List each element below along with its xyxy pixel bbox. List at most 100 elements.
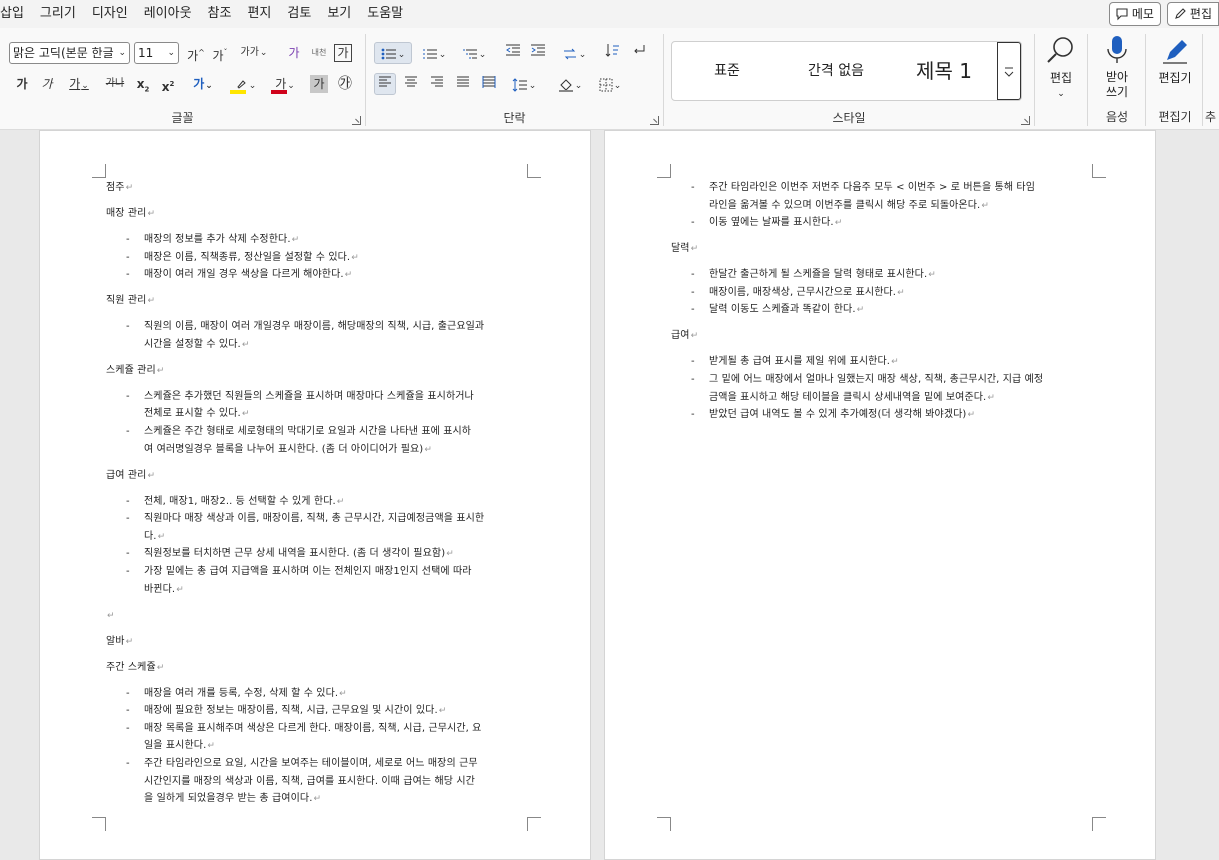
editing-mode-button[interactable]: 편집 (1166, 2, 1219, 26)
list-item-text: 여 여러명일경우 블록을 나누어 표시한다. (좀 더 아이디어가 필요) (144, 443, 424, 455)
distributed-button[interactable] (478, 73, 500, 95)
list-item-text: 전체로 표시할 수 있다. (144, 408, 241, 420)
paragraph-mark-icon: ↵ (834, 218, 843, 229)
list-item-text: 받았던 급여 내역도 볼 수 있게 추가예정(더 생각해 봐야겠다) (709, 409, 967, 421)
char-shade-glyph: 가 (313, 77, 325, 91)
sort-icon (605, 44, 619, 57)
font-name-combo[interactable]: 맑은 고딕(본문 한글 ⌄ (9, 42, 130, 64)
editor-button[interactable]: 편집기 (1150, 34, 1200, 86)
paragraph-mark-icon: ↵ (897, 287, 905, 298)
menu-references[interactable]: 참조 (200, 0, 240, 28)
menu-layout[interactable]: 레이아웃 (136, 0, 200, 28)
dash-bullet-icon: - (691, 304, 695, 316)
styles-more-button[interactable] (997, 42, 1021, 100)
strikethrough-button[interactable]: 가나 (104, 73, 126, 95)
bold-button[interactable]: 가 (11, 73, 33, 95)
menu-review[interactable]: 검토 (279, 0, 319, 28)
paragraph-mark-icon: ↵ (690, 244, 699, 255)
line-spacing-button[interactable]: ⌄ (508, 73, 540, 95)
bullet-list-icon (381, 48, 396, 59)
italic-button[interactable]: 가 (36, 73, 58, 95)
styles-dialog-launcher-icon[interactable] (1021, 116, 1030, 125)
show-marks-button[interactable] (628, 42, 650, 64)
truncated-group-label: 추 (1205, 110, 1217, 124)
strikethrough-glyph: 가나 (105, 78, 125, 89)
grow-font-button[interactable]: 가^ (185, 42, 207, 64)
menu-view[interactable]: 보기 (319, 0, 359, 28)
paragraph-group-label: 단락 (503, 111, 526, 125)
microphone-icon (1107, 36, 1127, 63)
heading-text: 달력 (671, 243, 690, 255)
style-no-spacing[interactable]: 간격 없음 (782, 42, 890, 100)
menu-draw[interactable]: 그리기 (32, 0, 84, 28)
dash-bullet-icon: - (126, 390, 130, 402)
menu-design[interactable]: 디자인 (84, 0, 136, 28)
shading-button[interactable]: ⌄ (554, 73, 586, 95)
increase-indent-button[interactable] (527, 42, 549, 64)
list-item-text: 매장이 여러 개일 경우 색상을 다르게 해야한다. (144, 269, 344, 281)
list-item-line: 스케쥴은 주간 형태로 세로형태의 막대기로 요일과 시간을 나타낸 표에 표시… (144, 423, 471, 441)
page-1[interactable]: 점주↵ 매장 관리↵ - 매장의 정보를 추가 삭제 수정한다.↵ - 매장은 이름, 직… (39, 130, 591, 860)
heading-text: 직원 관리 (106, 295, 147, 307)
list-item-line: 직원의 이름, 매장이 여러 개일경우 매장이름, 해당매장의 직책, 시급, … (144, 318, 484, 336)
menu-insert[interactable]: 삽입 (0, 0, 32, 28)
phonetic-guide-button[interactable]: 내천 (308, 42, 330, 64)
styles-gallery: 표준 간격 없음 제목 1 (671, 41, 1022, 101)
paragraph-mark-icon: ↵ (967, 410, 976, 421)
font-color-glyph: 가 (275, 77, 287, 91)
dictate-button[interactable]: 받아 쓰기 (1092, 34, 1142, 100)
document-area[interactable]: 점주↵ 매장 관리↵ - 매장의 정보를 추가 삭제 수정한다.↵ - 매장은 이름, 직… (0, 130, 1219, 860)
superscript-button[interactable]: x2 (157, 73, 179, 95)
change-case-button[interactable]: 가가⌄ (239, 42, 269, 64)
comments-button[interactable]: 메모 (1108, 2, 1161, 26)
sort-button[interactable] (602, 42, 624, 64)
distributed-icon (482, 76, 496, 88)
subscript-button[interactable]: x2 (132, 73, 154, 95)
text-direction-button[interactable]: ⌄ (558, 42, 590, 64)
decrease-indent-button[interactable] (502, 42, 524, 64)
numbering-button[interactable]: ⌄ (418, 42, 450, 64)
editing-label: 편집 (1049, 71, 1073, 85)
multilevel-list-button[interactable]: ⌄ (458, 42, 490, 64)
list-item-line: 매장을 여러 개를 등록, 수정, 삭제 할 수 있다.↵ (144, 685, 347, 703)
section-heading: 점주↵ (106, 179, 133, 197)
font-color-button[interactable]: 가⌄ (268, 73, 302, 95)
page-2[interactable]: - 주간 타임라인은 이번주 저번주 다음주 모두 < 이번주 > 로 버튼을 통… (604, 130, 1156, 860)
menu-mailings[interactable]: 편지 (239, 0, 279, 28)
paragraph-mark-icon: ↵ (147, 296, 156, 307)
borders-button[interactable]: ⌄ (594, 73, 626, 95)
menu-help[interactable]: 도움말 (359, 0, 411, 28)
editing-button[interactable]: 편집 ⌄ (1038, 34, 1084, 102)
list-item-text: 바뀐다. (144, 583, 176, 595)
paragraph-dialog-launcher-icon[interactable] (650, 116, 659, 125)
style-heading-1[interactable]: 제목 1 (890, 42, 998, 100)
list-item-line: 매장의 정보를 추가 삭제 수정한다.↵ (144, 231, 299, 249)
text-effects-button[interactable]: 가⌄ (188, 73, 218, 95)
list-item-text: 가장 밑에는 총 급여 지급액을 표시하며 이는 전체인지 매장1인지 선택에 … (144, 566, 472, 577)
dash-bullet-icon: - (126, 495, 130, 507)
align-left-button[interactable] (374, 73, 396, 95)
character-shading-button[interactable]: 가 (310, 75, 328, 93)
underline-glyph: 가 (69, 77, 81, 91)
font-dialog-launcher-icon[interactable] (352, 116, 361, 125)
bullets-button[interactable]: ⌄ (374, 42, 412, 64)
justify-button[interactable] (452, 73, 474, 95)
list-item-line: 매장은 이름, 직책종류, 정산일을 설정할 수 있다.↵ (144, 249, 359, 267)
paragraph-mark-icon: ↵ (344, 270, 353, 281)
paragraph-mark-icon: ↵ (987, 392, 995, 403)
list-item-line: 다.↵ (144, 528, 165, 546)
section-heading: 주간 스케쥴↵ (106, 659, 164, 677)
enclose-glyph: ㉮ (338, 76, 352, 92)
font-size-combo[interactable]: 11 ⌄ (134, 42, 179, 64)
shrink-font-button[interactable]: 가ˇ (209, 42, 231, 64)
align-center-button[interactable] (400, 73, 422, 95)
align-right-button[interactable] (426, 73, 448, 95)
highlight-button[interactable]: ⌄ (228, 73, 262, 95)
character-border-button[interactable]: 가 (334, 44, 352, 62)
empty-paragraph: ↵ (106, 607, 115, 625)
list-item-line: 받게될 총 급여 표시를 제일 위에 표시한다.↵ (709, 353, 899, 371)
enclose-characters-button[interactable]: ㉮ (334, 73, 356, 95)
style-normal[interactable]: 표준 (672, 42, 782, 100)
clear-format-button[interactable]: 가 (283, 42, 305, 64)
underline-button[interactable]: 가⌄ (62, 73, 96, 95)
